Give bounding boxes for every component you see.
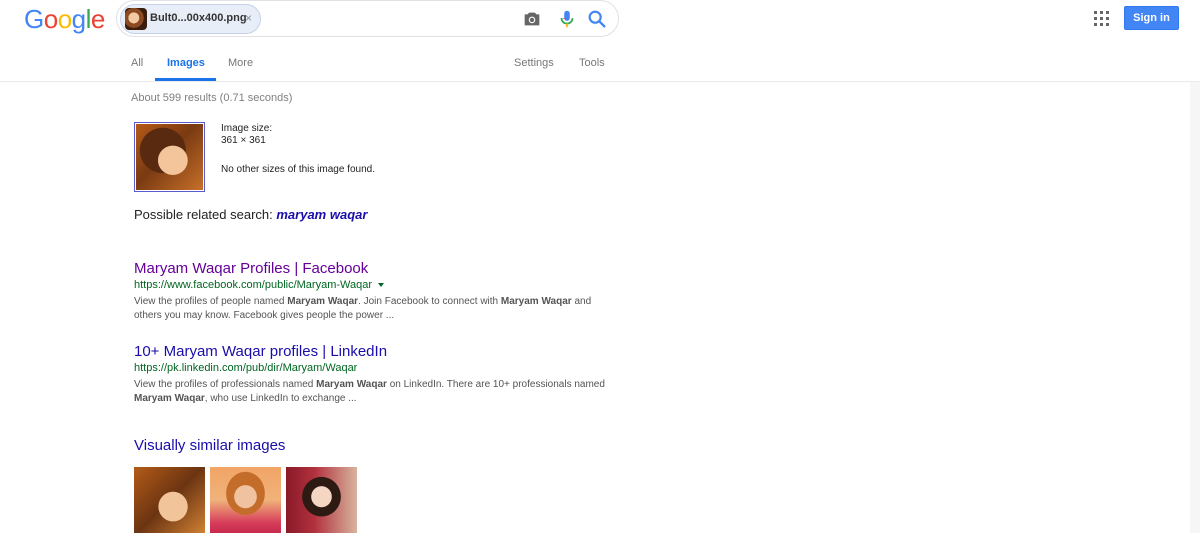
logo-letter: g bbox=[71, 4, 86, 34]
result-title-link[interactable]: Maryam Waqar Profiles | Facebook bbox=[134, 260, 614, 277]
similar-image-thumbnail[interactable] bbox=[286, 467, 357, 533]
result-url-text[interactable]: https://www.facebook.com/public/Maryam-W… bbox=[134, 279, 372, 291]
mic-icon[interactable] bbox=[556, 8, 578, 30]
tab-settings[interactable]: Settings bbox=[514, 57, 554, 69]
results-stats: About 599 results (0.71 seconds) bbox=[131, 92, 293, 104]
image-size-value: 361 × 361 bbox=[221, 135, 266, 146]
logo-letter: o bbox=[57, 4, 72, 34]
result-snippet: View the profiles of people named Maryam… bbox=[134, 296, 592, 321]
image-search-chip[interactable]: Bult0...00x400.png × bbox=[120, 4, 261, 34]
logo-letter: o bbox=[43, 4, 58, 34]
close-icon[interactable]: × bbox=[245, 11, 252, 25]
result-title-link[interactable]: 10+ Maryam Waqar profiles | LinkedIn bbox=[134, 343, 614, 360]
search-result: 10+ Maryam Waqar profiles | LinkedIn htt… bbox=[134, 343, 614, 406]
scrollbar[interactable] bbox=[1190, 82, 1200, 533]
image-info: Image size: 361 × 361 No other sizes of … bbox=[221, 123, 375, 176]
tab-images[interactable]: Images bbox=[167, 57, 205, 69]
search-icon[interactable] bbox=[586, 8, 608, 30]
query-image-thumbnail[interactable] bbox=[134, 122, 205, 192]
logo-letter: G bbox=[24, 4, 44, 34]
no-other-sizes-text: No other sizes of this image found. bbox=[221, 164, 375, 175]
result-url: https://pk.linkedin.com/pub/dir/Maryam/W… bbox=[134, 362, 614, 374]
logo-letter: e bbox=[90, 4, 105, 34]
similar-image-thumbnail[interactable] bbox=[210, 467, 281, 533]
sign-in-button[interactable]: Sign in bbox=[1124, 6, 1179, 30]
result-snippet: View the profiles of professionals named… bbox=[134, 379, 605, 404]
image-size-label: Image size: bbox=[221, 123, 273, 134]
search-tabs: All Images More Settings Tools bbox=[0, 46, 1200, 82]
active-tab-indicator bbox=[155, 78, 216, 81]
tab-more[interactable]: More bbox=[228, 57, 253, 69]
query-image bbox=[136, 124, 203, 190]
chip-thumbnail bbox=[125, 8, 147, 30]
apps-grid-icon[interactable] bbox=[1094, 11, 1109, 26]
search-box[interactable]: Bult0...00x400.png × bbox=[116, 0, 619, 37]
header: Google Bult0...00x400.png × Sign in All … bbox=[0, 0, 1200, 82]
chip-filename: Bult0...00x400.png bbox=[150, 12, 247, 24]
camera-icon[interactable] bbox=[521, 8, 543, 30]
tab-all[interactable]: All bbox=[131, 57, 143, 69]
visually-similar-title[interactable]: Visually similar images bbox=[134, 437, 285, 454]
related-search-label: Possible related search: bbox=[134, 207, 273, 222]
result-url: https://www.facebook.com/public/Maryam-W… bbox=[134, 279, 614, 291]
google-logo[interactable]: Google bbox=[24, 4, 105, 35]
result-url-text[interactable]: https://pk.linkedin.com/pub/dir/Maryam/W… bbox=[134, 362, 357, 374]
similar-image-thumbnail[interactable] bbox=[134, 467, 205, 533]
related-search: Possible related search: maryam waqar bbox=[134, 207, 367, 222]
search-result: Maryam Waqar Profiles | Facebook https:/… bbox=[134, 260, 614, 323]
tab-tools[interactable]: Tools bbox=[579, 57, 605, 69]
related-search-link[interactable]: maryam waqar bbox=[276, 207, 367, 222]
dropdown-caret-icon[interactable] bbox=[378, 283, 385, 288]
